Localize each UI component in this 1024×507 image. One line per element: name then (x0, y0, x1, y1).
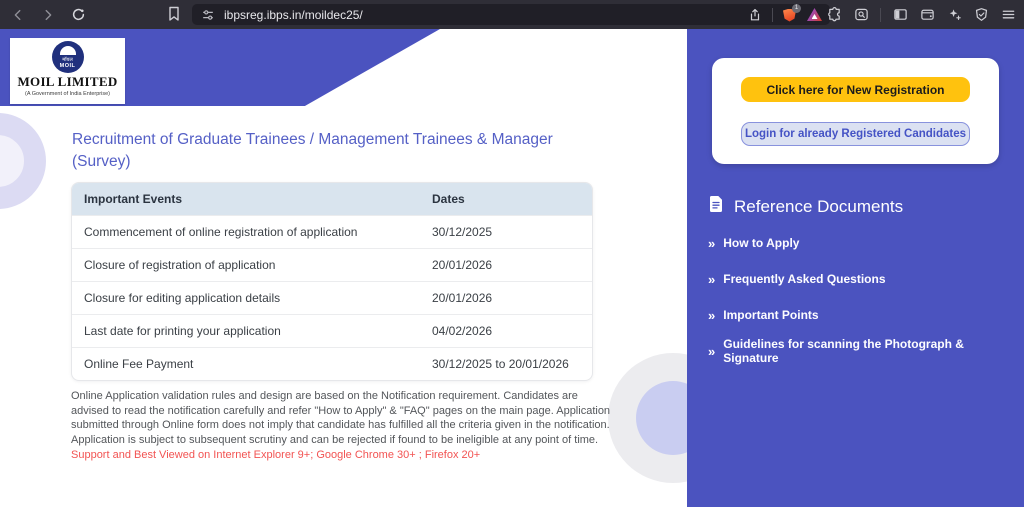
table-row: Online Fee Payment 30/12/2025 to 20/01/2… (72, 347, 592, 380)
shield-badge-count: 1 (792, 4, 801, 13)
disclaimer-text: Online Application validation rules and … (71, 389, 611, 447)
reference-documents-heading: Reference Documents (708, 195, 903, 218)
share-icon[interactable] (747, 7, 763, 23)
ai-sparkle-icon[interactable] (946, 7, 962, 23)
reference-links: » How to Apply » Frequently Asked Questi… (708, 233, 1008, 361)
decorative-ring-bottom (608, 353, 687, 483)
logo-tagline: (A Government of India Enterprise) (25, 91, 110, 97)
bookmark-icon[interactable] (166, 6, 182, 22)
browser-toolbar: ibpsreg.ibps.in/moildec25/ 1 (0, 0, 1024, 29)
reference-documents-label: Reference Documents (734, 197, 903, 217)
forward-icon[interactable] (40, 7, 56, 23)
link-faq[interactable]: » Frequently Asked Questions (708, 269, 1008, 289)
privacy-shield-icon[interactable]: 1 (782, 7, 798, 23)
date-cell: 20/01/2026 (420, 282, 592, 314)
wallet-icon[interactable] (919, 7, 935, 23)
date-cell: 30/12/2025 to 20/01/2026 (420, 348, 592, 380)
event-cell: Last date for printing your application (72, 315, 420, 347)
important-events-table: Important Events Dates Commencement of o… (71, 182, 593, 381)
table-row: Closure of registration of application 2… (72, 248, 592, 281)
table-row: Commencement of online registration of a… (72, 215, 592, 248)
page-title: Recruitment of Graduate Trainees / Manag… (72, 129, 559, 172)
date-cell: 20/01/2026 (420, 249, 592, 281)
table-row: Last date for printing your application … (72, 314, 592, 347)
rewards-triangle-icon[interactable] (807, 8, 822, 21)
event-cell: Online Fee Payment (72, 348, 420, 380)
document-icon (708, 195, 724, 218)
column-header-events: Important Events (72, 183, 420, 215)
date-cell: 30/12/2025 (420, 216, 592, 248)
double-chevron-icon: » (708, 308, 714, 323)
logo-org-name: MOIL LIMITED (17, 74, 117, 90)
link-scanning-guidelines[interactable]: » Guidelines for scanning the Photograph… (708, 341, 1008, 361)
screenshot-icon[interactable] (853, 7, 869, 23)
table-row: Closure for editing application details … (72, 281, 592, 314)
extensions-icon[interactable] (826, 7, 842, 23)
double-chevron-icon: » (708, 344, 714, 359)
moil-logo: मॉयल MOIL MOIL LIMITED (A Government of … (10, 38, 125, 104)
browser-support-note: Support and Best Viewed on Internet Expl… (71, 449, 611, 461)
link-label: Important Points (723, 308, 818, 322)
toolbar-divider (772, 8, 773, 22)
reload-icon[interactable] (70, 7, 86, 23)
toolbar-divider (880, 8, 881, 22)
link-important-points[interactable]: » Important Points (708, 305, 1008, 325)
column-header-dates: Dates (420, 183, 592, 215)
event-cell: Closure of registration of application (72, 249, 420, 281)
double-chevron-icon: » (708, 272, 714, 287)
event-cell: Closure for editing application details (72, 282, 420, 314)
sidebar-toggle-icon[interactable] (892, 7, 908, 23)
date-cell: 04/02/2026 (420, 315, 592, 347)
registration-sidebar: Click here for New Registration Login fo… (687, 29, 1024, 507)
link-label: How to Apply (723, 236, 799, 250)
decorative-ring-left (0, 113, 46, 209)
double-chevron-icon: » (708, 236, 714, 251)
back-icon[interactable] (10, 7, 26, 23)
table-header-row: Important Events Dates (72, 183, 592, 215)
browser-window: ibpsreg.ibps.in/moildec25/ 1 (0, 0, 1024, 507)
link-label: Guidelines for scanning the Photograph &… (723, 337, 1008, 365)
menu-icon[interactable] (1000, 7, 1016, 23)
link-how-to-apply[interactable]: » How to Apply (708, 233, 1008, 253)
shield-check-icon[interactable] (973, 7, 989, 23)
address-bar[interactable]: ibpsreg.ibps.in/moildec25/ 1 (192, 4, 830, 25)
moil-emblem-icon: मॉयल MOIL (52, 41, 84, 73)
main-content: मॉयल MOIL MOIL LIMITED (A Government of … (0, 29, 687, 507)
registration-card: Click here for New Registration Login fo… (712, 58, 999, 164)
link-label: Frequently Asked Questions (723, 272, 885, 286)
url-text[interactable]: ibpsreg.ibps.in/moildec25/ (224, 8, 747, 22)
site-settings-icon[interactable] (200, 7, 216, 23)
login-button[interactable]: Login for already Registered Candidates (741, 122, 970, 146)
new-registration-button[interactable]: Click here for New Registration (741, 77, 970, 102)
event-cell: Commencement of online registration of a… (72, 216, 420, 248)
